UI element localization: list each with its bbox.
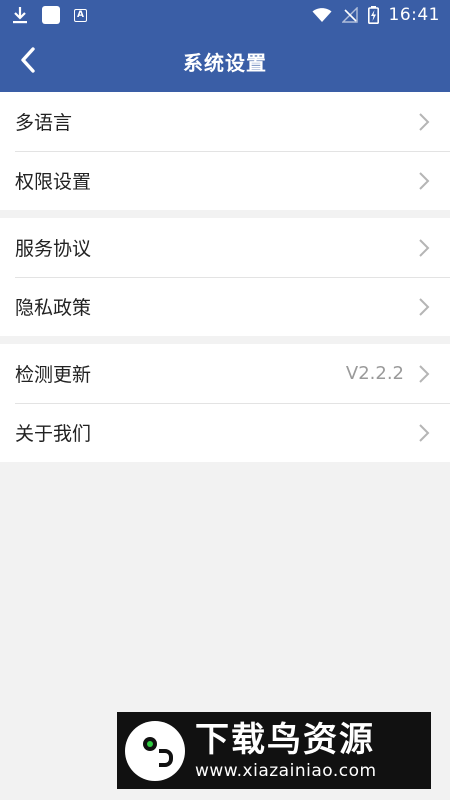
menu-item-privacy-policy[interactable]: 隐私政策	[0, 277, 450, 336]
chevron-right-icon	[418, 364, 430, 384]
download-icon	[12, 6, 28, 24]
watermark-title: 下载鸟资源	[195, 719, 375, 760]
watermark-text: 下载鸟资源 www.xiazainiao.com	[195, 720, 377, 782]
chevron-right-icon	[418, 171, 430, 191]
settings-group-legal: 服务协议 隐私政策	[0, 218, 450, 336]
chevron-right-icon	[418, 112, 430, 132]
version-value: V2.2.2	[345, 363, 404, 384]
battery-charging-icon	[367, 6, 379, 24]
back-button[interactable]	[8, 42, 48, 78]
a-icon: A	[74, 8, 87, 22]
no-signal-icon	[341, 7, 358, 23]
chevron-right-icon	[418, 423, 430, 443]
status-left: A	[12, 6, 87, 24]
page-title: 系统设置	[183, 50, 267, 75]
settings-group-general: 多语言 权限设置	[0, 92, 450, 210]
app-bar: 系统设置	[0, 30, 450, 92]
app-icon	[42, 6, 60, 24]
menu-item-language[interactable]: 多语言	[0, 92, 450, 151]
menu-item-label: 关于我们	[15, 423, 92, 445]
menu-item-label: 检测更新	[15, 364, 92, 386]
menu-item-about-us[interactable]: 关于我们	[0, 403, 450, 462]
status-bar: A 16:41	[0, 0, 450, 30]
menu-item-label: 权限设置	[15, 171, 92, 193]
status-time: 16:41	[388, 5, 440, 25]
watermark-banner: 下载鸟资源 www.xiazainiao.com	[117, 712, 431, 789]
settings-group-about: 检测更新 V2.2.2 关于我们	[0, 344, 450, 462]
menu-item-check-update[interactable]: 检测更新 V2.2.2	[0, 344, 450, 403]
bird-logo-icon	[125, 720, 185, 781]
chevron-right-icon	[418, 238, 430, 258]
chevron-right-icon	[418, 297, 430, 317]
menu-item-permissions[interactable]: 权限设置	[0, 151, 450, 210]
status-right: 16:41	[312, 5, 441, 25]
menu-item-label: 多语言	[15, 112, 73, 134]
chevron-left-icon	[20, 47, 36, 73]
watermark-url: www.xiazainiao.com	[195, 760, 377, 781]
wifi-icon	[312, 7, 332, 23]
menu-item-label: 服务协议	[15, 238, 92, 260]
menu-item-label: 隐私政策	[15, 297, 92, 319]
menu-item-service-agreement[interactable]: 服务协议	[0, 218, 450, 277]
